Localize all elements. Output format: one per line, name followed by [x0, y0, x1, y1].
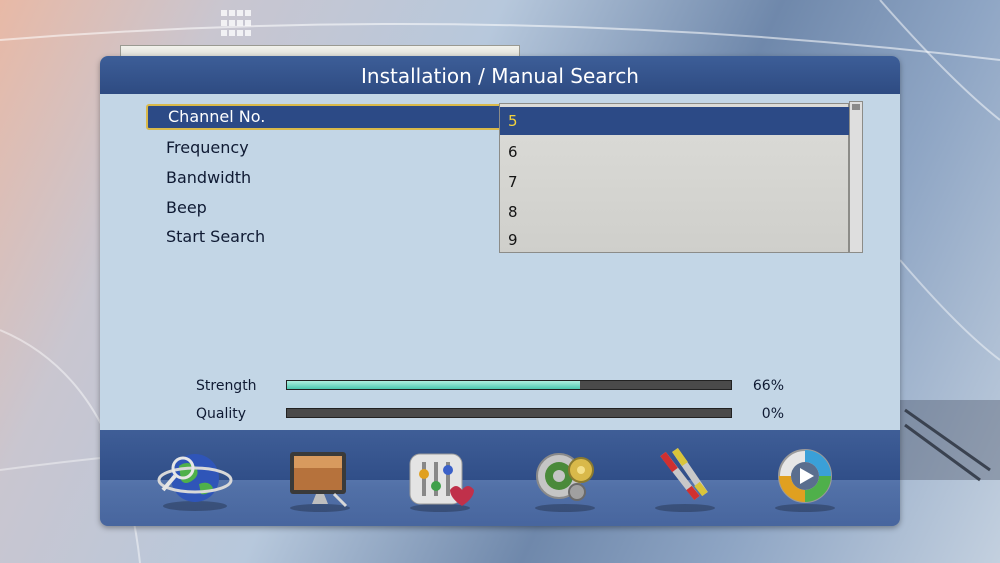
menu-item-label: Channel No.	[168, 107, 266, 126]
grid-dots-icon	[221, 10, 251, 38]
tv-icon[interactable]	[280, 444, 360, 514]
scroll-thumb[interactable]	[852, 104, 860, 110]
dropdown-option-9[interactable]: 9	[500, 226, 849, 254]
strength-value: 66%	[752, 378, 784, 394]
globe-icon[interactable]	[155, 444, 235, 514]
dropdown-option-5[interactable]: 5	[500, 107, 849, 135]
play-icon[interactable]	[765, 444, 845, 514]
quality-bar	[286, 408, 732, 418]
equalizer-icon[interactable]	[400, 444, 480, 514]
menu-item-frequency[interactable]: Frequency	[146, 135, 549, 161]
strength-bar	[286, 380, 732, 390]
menu-item-bandwidth[interactable]: Bandwidth	[146, 165, 549, 191]
dropdown-scrollbar[interactable]	[849, 101, 863, 253]
gear-icon[interactable]	[525, 444, 605, 514]
menu-item-label: Beep	[166, 198, 207, 217]
menu-item-beep[interactable]: Beep	[146, 195, 549, 221]
menu-item-label: Start Search	[166, 227, 266, 246]
quality-value: 0%	[761, 406, 784, 422]
icon-dock	[100, 430, 900, 526]
quality-label: Quality	[196, 406, 247, 422]
dropdown-option-6[interactable]: 6	[500, 138, 849, 166]
menu-item-start-search[interactable]: Start Search	[146, 224, 549, 250]
dropdown-option-8[interactable]: 8	[500, 198, 849, 226]
dropdown-option-7[interactable]: 7	[500, 168, 849, 196]
channel-dropdown-list[interactable]: 5 6 7 8 9	[499, 103, 849, 253]
tv-screen: Installation / Manual Search Channel No.…	[0, 0, 1000, 563]
page-title: Installation / Manual Search	[100, 56, 900, 94]
manual-search-panel: Installation / Manual Search Channel No.…	[100, 56, 900, 526]
menu-item-label: Frequency	[166, 138, 249, 157]
strength-bar-fill	[287, 381, 580, 389]
cable-icon[interactable]	[645, 444, 725, 514]
strength-label: Strength	[196, 378, 257, 394]
menu-item-label: Bandwidth	[166, 168, 252, 187]
